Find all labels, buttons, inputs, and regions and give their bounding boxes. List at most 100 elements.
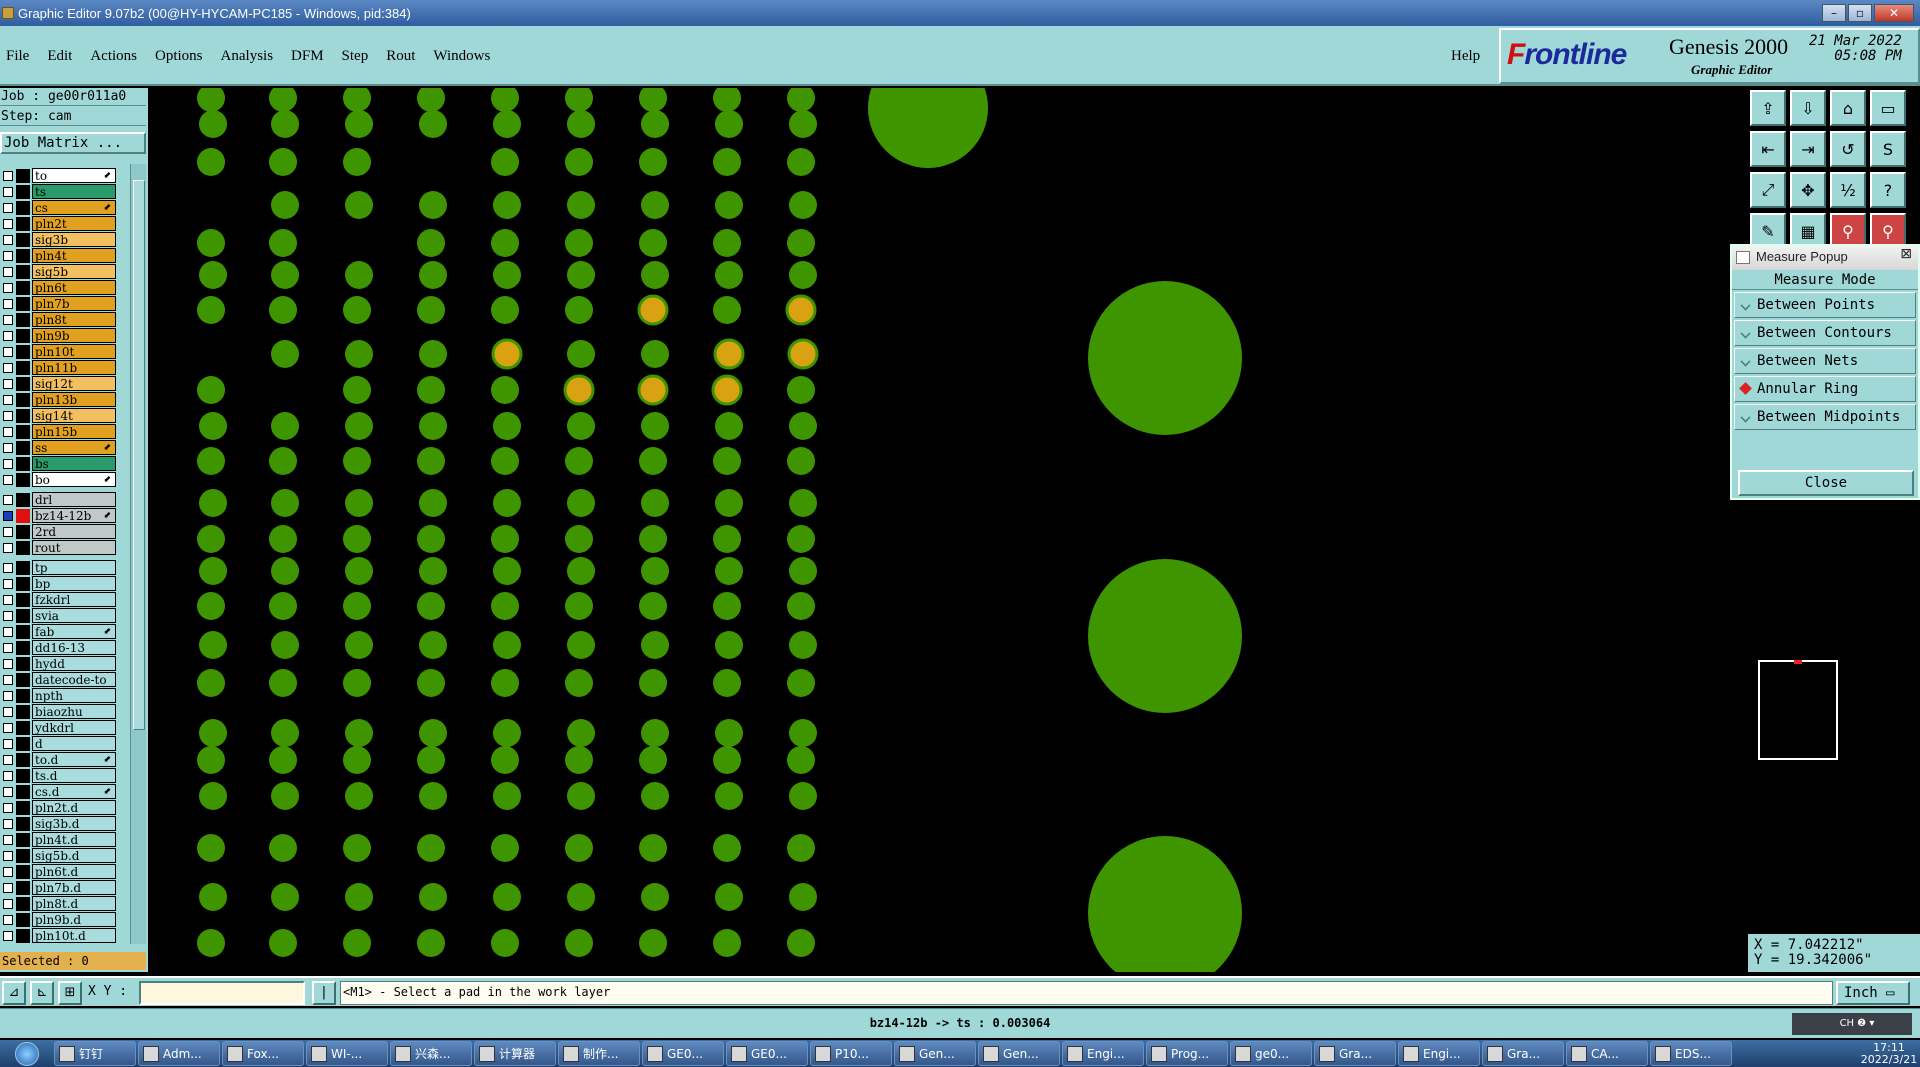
menu-dfm[interactable]: DFM	[291, 48, 324, 65]
pad[interactable]	[787, 834, 815, 862]
layer-row[interactable]: pln7b	[0, 296, 118, 312]
menu-rout[interactable]: Rout	[386, 48, 415, 65]
layer-name[interactable]: pln2t.d	[32, 800, 116, 815]
pad[interactable]	[713, 929, 741, 957]
layer-name[interactable]: ts.d	[32, 768, 116, 783]
pad[interactable]	[343, 84, 371, 112]
pad[interactable]	[565, 84, 593, 112]
zoom-fit-icon[interactable]: ✥	[1790, 172, 1826, 208]
pad[interactable]	[417, 447, 445, 475]
pad[interactable]	[345, 719, 373, 747]
maximize-button[interactable]: ▫	[1848, 4, 1872, 22]
pad[interactable]	[641, 719, 669, 747]
layer-color-swatch[interactable]	[16, 329, 30, 343]
pad[interactable]	[197, 447, 225, 475]
export-icon[interactable]: ⇪	[1750, 90, 1786, 126]
layer-row[interactable]: hydd	[0, 656, 118, 672]
layer-row[interactable]: bo ⬋	[0, 472, 118, 488]
layer-color-swatch[interactable]	[16, 801, 30, 815]
highlighted-pad[interactable]	[491, 338, 523, 370]
layer-name[interactable]: pln10t	[32, 344, 116, 359]
pad[interactable]	[269, 525, 297, 553]
layer-menu-arrow-icon[interactable]: ⬋	[103, 441, 111, 456]
pad[interactable]	[565, 148, 593, 176]
layer-color-swatch[interactable]	[16, 473, 30, 487]
layer-color-swatch[interactable]	[16, 625, 30, 639]
pad[interactable]	[639, 669, 667, 697]
pad[interactable]	[493, 261, 521, 289]
pad[interactable]	[565, 229, 593, 257]
layer-row[interactable]: pln2t.d	[0, 800, 118, 816]
graphic-canvas[interactable]	[150, 48, 1748, 990]
menu-file[interactable]: File	[6, 48, 29, 65]
pad[interactable]	[639, 834, 667, 862]
layer-name[interactable]: pln9b	[32, 328, 116, 343]
layer-name[interactable]: cs.d ⬋	[32, 784, 116, 799]
pad[interactable]	[197, 525, 225, 553]
pad[interactable]	[345, 340, 373, 368]
pad[interactable]	[639, 929, 667, 957]
layer-checkbox[interactable]	[3, 299, 13, 309]
menu-actions[interactable]: Actions	[90, 48, 137, 65]
job-matrix-button[interactable]: Job Matrix ...	[0, 132, 146, 154]
pad[interactable]	[491, 376, 519, 404]
layer-name[interactable]: sig5b	[32, 264, 116, 279]
layer-row[interactable]: biaozhu	[0, 704, 118, 720]
pad[interactable]	[343, 447, 371, 475]
pad[interactable]	[417, 592, 445, 620]
layer-row[interactable]: ts	[0, 184, 118, 200]
layer-name[interactable]: ts	[32, 184, 116, 199]
layer-checkbox[interactable]	[3, 427, 13, 437]
layer-checkbox[interactable]	[3, 219, 13, 229]
pad[interactable]	[639, 447, 667, 475]
layer-checkbox[interactable]	[3, 315, 13, 325]
pad[interactable]	[493, 782, 521, 810]
pad[interactable]	[639, 746, 667, 774]
pad[interactable]	[343, 834, 371, 862]
layer-checkbox[interactable]	[3, 659, 13, 669]
layer-name[interactable]: bs	[32, 456, 116, 471]
large-pad[interactable]	[1088, 559, 1242, 713]
pad[interactable]	[419, 883, 447, 911]
pad[interactable]	[713, 148, 741, 176]
pad[interactable]	[343, 376, 371, 404]
measure-option[interactable]: Between Contours	[1734, 320, 1916, 346]
close-window-button[interactable]: ✕	[1874, 4, 1914, 22]
pad[interactable]	[641, 883, 669, 911]
taskbar-item[interactable]: Gra...	[1314, 1041, 1396, 1066]
pad[interactable]	[417, 229, 445, 257]
pad[interactable]	[417, 929, 445, 957]
highlighted-pad[interactable]	[713, 338, 745, 370]
pad[interactable]	[565, 834, 593, 862]
layer-color-swatch[interactable]	[16, 641, 30, 655]
pad[interactable]	[567, 719, 595, 747]
layer-checkbox[interactable]	[3, 171, 13, 181]
layer-name[interactable]: pln8t.d	[32, 896, 116, 911]
popup-close-button[interactable]: Close	[1738, 470, 1914, 496]
pad[interactable]	[269, 834, 297, 862]
layer-checkbox[interactable]	[3, 595, 13, 605]
layer-row[interactable]: pln11b	[0, 360, 118, 376]
layer-menu-arrow-icon[interactable]: ⬋	[103, 753, 111, 768]
pad[interactable]	[491, 746, 519, 774]
menu-edit[interactable]: Edit	[47, 48, 72, 65]
pad[interactable]	[343, 525, 371, 553]
pad[interactable]	[199, 261, 227, 289]
layer-checkbox[interactable]	[3, 411, 13, 421]
rotate-icon[interactable]: ↺	[1830, 131, 1866, 167]
layer-color-swatch[interactable]	[16, 457, 30, 471]
layer-color-swatch[interactable]	[16, 217, 30, 231]
layer-color-swatch[interactable]	[16, 929, 30, 943]
layer-row[interactable]: pln8t.d	[0, 896, 118, 912]
layer-color-swatch[interactable]	[16, 913, 30, 927]
home-icon[interactable]: ⌂	[1830, 90, 1866, 126]
pad[interactable]	[491, 148, 519, 176]
layer-row[interactable]: pln9b.d	[0, 912, 118, 928]
pad[interactable]	[271, 782, 299, 810]
pad[interactable]	[197, 746, 225, 774]
layer-row[interactable]: fab ⬋	[0, 624, 118, 640]
pad[interactable]	[567, 261, 595, 289]
taskbar-item[interactable]: Prog...	[1146, 1041, 1228, 1066]
measure-option[interactable]: Annular Ring	[1734, 376, 1916, 402]
pad[interactable]	[345, 631, 373, 659]
